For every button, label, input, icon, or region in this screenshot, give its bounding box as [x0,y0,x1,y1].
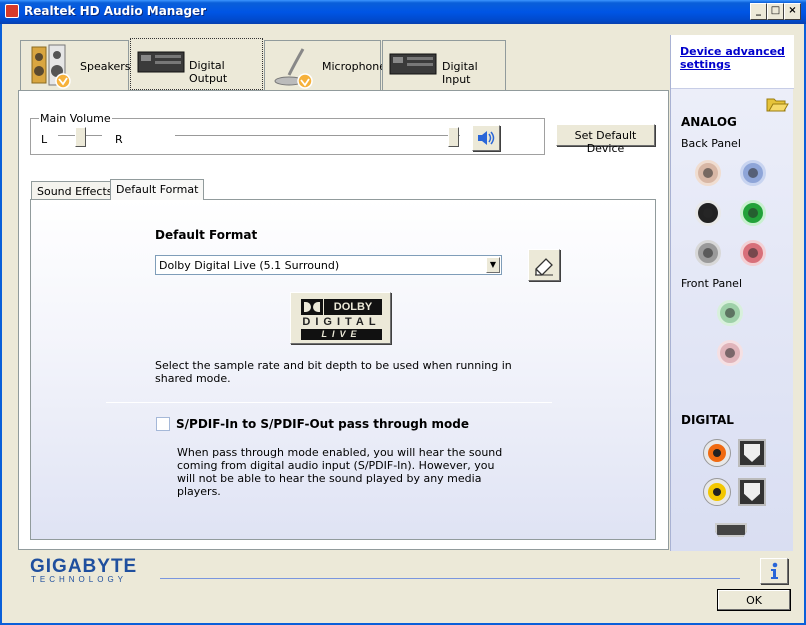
eraser-icon [535,258,553,276]
folder-icon[interactable] [765,93,789,113]
tab-microphone[interactable]: Microphone [264,40,386,90]
tab-speakers-label: Speakers [80,60,131,73]
maximize-button[interactable]: □ [767,3,784,20]
title-bar: Realtek HD Audio Manager _ □ × [0,0,806,24]
tab-default-format[interactable]: Default Format [110,179,205,200]
reset-format-button[interactable] [528,249,560,281]
dolby-double-d-icon [301,299,323,315]
jack-green-icon[interactable] [740,200,766,226]
balance-left-label: L [41,133,48,146]
analog-heading: ANALOG [681,115,737,129]
default-format-select[interactable]: Dolby Digital Live (5.1 Surround) ▼ [155,255,502,275]
volume-slider[interactable] [448,127,459,147]
hdmi-port-icon[interactable] [715,523,747,537]
tab-digital-output-label: Digital Output [189,59,228,85]
digital-output-icon [137,51,185,73]
spdif-out-optical-icon[interactable] [738,439,766,467]
tab-speakers[interactable]: Speakers [20,40,131,90]
digital-heading: DIGITAL [681,413,734,427]
dolby-logo-bottom-text: LIVE [301,329,382,340]
spdif-out-coaxial-icon[interactable] [703,439,731,467]
info-button[interactable] [760,558,788,584]
dolby-digital-live-logo: DOLBY DIGITAL LIVE [290,292,391,344]
device-advanced-settings-link[interactable]: Device advanced settings [680,45,785,71]
jack-grey-icon[interactable] [695,240,721,266]
set-default-device-button[interactable]: Set Default Device [556,124,655,155]
mute-button[interactable] [472,125,500,151]
format-description: Select the sample rate and bit depth to … [155,359,512,385]
balance-slider[interactable] [75,127,86,147]
info-icon [771,562,778,579]
back-panel-label: Back Panel [681,137,741,150]
minimize-button[interactable]: _ [750,3,767,20]
app-icon [5,4,19,18]
footer-divider [160,578,740,579]
gigabyte-logo-sub: TECHNOLOGY [31,575,128,584]
jack-orange-icon[interactable] [695,160,721,186]
dolby-logo-top-text: DOLBY [324,299,382,315]
speakers-icon [31,44,71,89]
tab-microphone-label: Microphone [322,60,387,73]
section-divider [106,402,552,403]
jack-black-icon[interactable] [695,200,721,226]
passthrough-label: S/PDIF-In to S/PDIF-Out pass through mod… [176,417,470,431]
passthrough-checkbox[interactable] [156,417,170,431]
volume-track [175,135,460,137]
main-volume-title: Main Volume [39,112,112,125]
spdif-in-optical-icon[interactable] [738,478,766,506]
ok-button[interactable]: OK [717,589,791,611]
chevron-down-icon: ▼ [486,257,500,273]
window-title: Realtek HD Audio Manager [24,4,207,18]
spdif-in-coaxial-icon[interactable] [703,478,731,506]
balance-right-label: R [115,133,123,146]
tab-sound-effects[interactable]: Sound Effects [31,181,119,200]
tab-digital-input[interactable]: Digital Input [382,40,506,90]
jack-blue-icon[interactable] [740,160,766,186]
microphone-icon [274,48,313,89]
digital-input-icon [389,53,437,75]
tab-digital-input-label: Digital Input [442,60,478,86]
jack-front-pink-icon[interactable] [717,340,743,366]
passthrough-description: When pass through mode enabled, you will… [177,446,503,498]
dolby-logo-middle-text: DIGITAL [302,316,381,328]
speaker-volume-icon [478,131,495,145]
tab-digital-output[interactable]: Digital Output [130,38,263,90]
default-format-value: Dolby Digital Live (5.1 Surround) [159,259,340,272]
default-format-heading: Default Format [155,228,258,242]
jack-front-green-icon[interactable] [717,300,743,326]
advanced-settings-box: Device advanced settings [671,35,794,89]
close-button[interactable]: × [784,3,801,20]
front-panel-label: Front Panel [681,277,742,290]
jack-pink-icon[interactable] [740,240,766,266]
